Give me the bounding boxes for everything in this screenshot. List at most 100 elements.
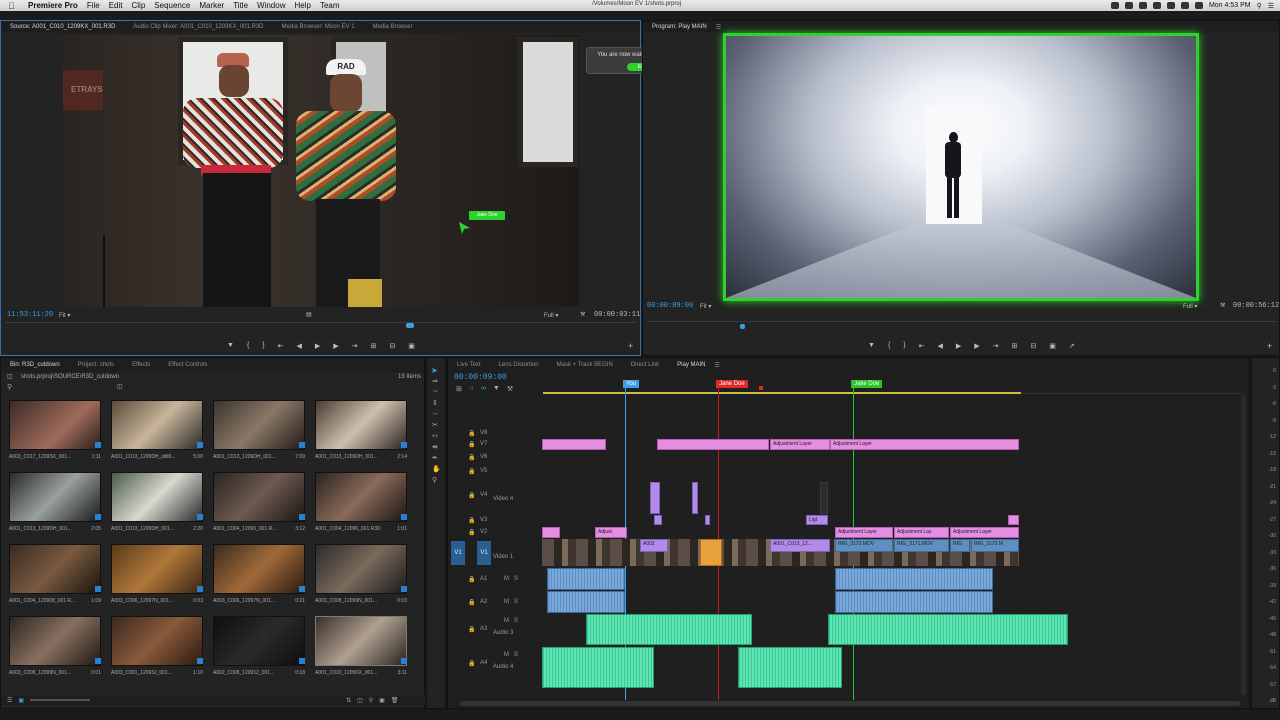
timemachine-icon[interactable] xyxy=(1138,2,1147,9)
wifi-icon[interactable] xyxy=(1166,2,1175,9)
clip-v4-1[interactable] xyxy=(650,482,660,514)
apple-icon[interactable]:  xyxy=(8,1,20,11)
marker-you[interactable]: You xyxy=(623,380,640,388)
bin-clip-thumbnail[interactable]: A003_C006_12097N_001... 0:21 xyxy=(213,544,305,606)
new-item-icon[interactable]: ◫ xyxy=(357,697,363,704)
menu-help[interactable]: Help xyxy=(294,1,310,10)
clip-a4-1[interactable] xyxy=(542,647,654,688)
program-timecode[interactable]: 00:00:09:00 xyxy=(647,302,693,310)
lock-icon[interactable]: 🔒 xyxy=(468,441,475,448)
clip-v3-light[interactable]: Ligt xyxy=(806,515,828,525)
razor-tool-icon[interactable]: ✂ xyxy=(432,421,438,429)
clip-v4-dark[interactable] xyxy=(820,482,828,514)
add-marker-icon[interactable]: ▼ xyxy=(227,342,234,350)
source-quality-select[interactable]: Full ▾ xyxy=(544,312,558,319)
clip-v4-2[interactable] xyxy=(692,482,698,514)
mark-out-icon[interactable]: } xyxy=(903,342,905,350)
tab-media-browser-moon[interactable]: Media Browser: Moon EV 1 xyxy=(273,21,364,33)
tab-bin[interactable]: Bin: R3D_cutdown xyxy=(1,359,69,371)
source-zoom-select[interactable]: Fit ▾ xyxy=(59,312,70,319)
menu-title[interactable]: Title xyxy=(233,1,248,10)
find-icon[interactable]: ⚲ xyxy=(369,697,373,704)
clip-a3-1[interactable] xyxy=(586,614,752,645)
work-area-bar[interactable] xyxy=(543,392,1021,394)
menu-app-name[interactable]: Premiere Pro xyxy=(28,1,78,10)
delete-icon[interactable]: 🗑 xyxy=(391,697,399,704)
source-patch-v1[interactable]: V1 xyxy=(451,541,465,565)
tab-play-main[interactable]: Play MAIN xyxy=(668,359,714,371)
lock-icon[interactable]: 🔒 xyxy=(468,529,475,536)
lock-icon[interactable]: 🔒 xyxy=(468,517,475,524)
menu-marker[interactable]: Marker xyxy=(199,1,224,10)
share-icon[interactable]: ↗ xyxy=(1069,342,1075,350)
marker-jake-doe[interactable]: Jake Doe xyxy=(851,380,883,388)
zoom-slider[interactable] xyxy=(30,699,91,701)
tab-project[interactable]: Project: shots xyxy=(69,359,123,371)
source-time-ruler[interactable] xyxy=(5,322,637,332)
lock-icon[interactable]: 🔒 xyxy=(468,492,475,499)
tab-mask-track[interactable]: Mask + Track BEGIN xyxy=(548,359,622,371)
clip-v2-adj4[interactable]: Adjustment Lay xyxy=(894,527,949,538)
clip-v1-img[interactable]: IMG xyxy=(950,539,970,552)
clip-v2-adj5[interactable]: Adjustment Layer xyxy=(950,527,1019,538)
tab-direct-link[interactable]: Direct Link xyxy=(622,359,668,371)
linked-selection-icon[interactable]: ∞ xyxy=(481,385,486,393)
clip-v1-img3173[interactable]: IMG_3173.MOV xyxy=(835,539,893,552)
program-add-button[interactable]: + xyxy=(1267,341,1272,351)
selection-tool-icon[interactable]: ➤ xyxy=(431,366,438,375)
tab-audio-clip-mixer[interactable]: Audio Clip Mixer: A001_C010_1209KX_001.R… xyxy=(124,21,272,33)
notification-center-icon[interactable]: ☰ xyxy=(1268,2,1274,10)
nest-icon[interactable]: ⊞ xyxy=(456,385,462,393)
clip-v1-img3171[interactable]: IMG_3171.MOV xyxy=(894,539,949,552)
menu-clock[interactable]: Mon 4:53 PM xyxy=(1209,2,1251,9)
step-back-icon[interactable]: ◀ xyxy=(297,342,302,350)
tab-lens-distortion[interactable]: Lens Distortion xyxy=(490,359,548,371)
extract-icon[interactable]: ⊟ xyxy=(1030,342,1036,350)
menu-clip[interactable]: Clip xyxy=(132,1,146,10)
bin-clip-thumbnail[interactable]: A001_C013_1209DH_001... 2:05 xyxy=(9,472,101,534)
icon-view-icon[interactable]: ▣ xyxy=(18,697,24,704)
lock-icon[interactable]: 🔒 xyxy=(468,430,475,437)
step-back-icon[interactable]: ◀ xyxy=(938,342,943,350)
wrench-icon[interactable]: ⚒ xyxy=(1220,302,1225,309)
menu-team[interactable]: Team xyxy=(320,1,340,10)
go-to-out-icon[interactable]: ⇥ xyxy=(352,342,358,350)
marker-jane-doe[interactable]: Jane Doe xyxy=(716,380,748,388)
wrench-icon[interactable]: ⚒ xyxy=(580,311,585,318)
bin-clip-thumbnail[interactable]: A003_C017_1209SX_001... 1:11 xyxy=(9,400,101,462)
bin-clip-thumbnail[interactable]: A001_C004_12096_001.R3D 1:01 xyxy=(315,472,407,534)
clip-v3-2[interactable] xyxy=(705,515,710,525)
search-icon[interactable]: ⚲ xyxy=(7,383,12,391)
wrench-icon[interactable]: ⚒ xyxy=(507,385,513,393)
go-to-out-icon[interactable]: ⇥ xyxy=(993,342,999,350)
mark-in-icon[interactable]: { xyxy=(888,342,890,350)
dropbox-icon[interactable] xyxy=(1124,2,1133,9)
add-marker-icon[interactable]: ▼ xyxy=(493,385,500,393)
creative-cloud-icon[interactable] xyxy=(1110,2,1119,9)
bin-clip-thumbnail[interactable]: A001_C004_120908_001.R... 1:09 xyxy=(9,544,101,606)
pen-tool-icon[interactable]: ✒ xyxy=(432,454,438,462)
ripple-edit-tool-icon[interactable]: ⇔ xyxy=(432,388,439,395)
clip-a4-2[interactable] xyxy=(738,647,842,688)
bin-clip-thumbnail[interactable]: A003_C008_12099N_001... 0:03 xyxy=(315,544,407,606)
clip-v3-1[interactable] xyxy=(654,515,662,525)
snap-icon[interactable]: ∩ xyxy=(469,385,474,393)
go-to-in-icon[interactable]: ⇤ xyxy=(919,342,925,350)
clip-a1-1[interactable] xyxy=(547,568,625,590)
zoom-tool-icon[interactable]: ⚲ xyxy=(432,476,437,484)
clip-v2-1[interactable] xyxy=(542,527,560,538)
bin-clip-thumbnail[interactable]: A001_C013_1209DH_001... 7:09 xyxy=(213,400,305,462)
go-to-in-icon[interactable]: ⇤ xyxy=(278,342,284,350)
add-marker-icon[interactable]: ▼ xyxy=(868,342,875,350)
menu-edit[interactable]: Edit xyxy=(109,1,123,10)
tab-live-text[interactable]: Live Text xyxy=(448,359,490,371)
export-frame-icon[interactable]: ▣ xyxy=(1049,342,1056,350)
clip-a2-1[interactable] xyxy=(547,591,625,613)
lift-icon[interactable]: ⊞ xyxy=(1012,342,1018,350)
lock-icon[interactable]: 🔒 xyxy=(468,599,475,606)
source-playhead[interactable] xyxy=(406,323,414,328)
program-playhead[interactable] xyxy=(740,324,745,329)
clip-a2-2[interactable] xyxy=(835,591,993,613)
track-target-v1[interactable]: V1 xyxy=(477,541,491,565)
slide-tool-icon[interactable]: ⇼ xyxy=(432,443,438,451)
